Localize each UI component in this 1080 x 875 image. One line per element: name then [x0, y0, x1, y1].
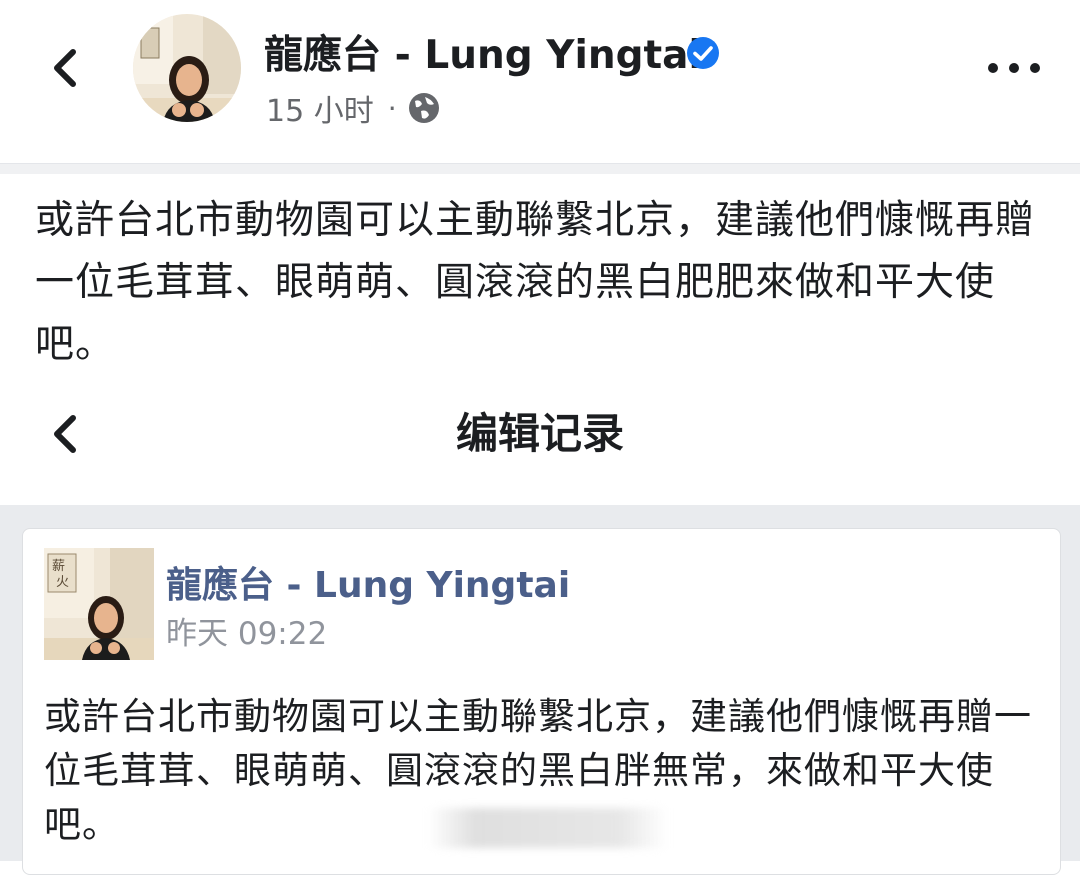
- more-options-icon[interactable]: [988, 54, 1040, 82]
- meta-separator: ·: [387, 91, 397, 125]
- post-header: 龍應台 - Lung Yingtai 15 小时 ·: [0, 0, 1080, 163]
- entry-author-name[interactable]: 龍應台 - Lung Yingtai: [166, 556, 570, 608]
- back-chevron-icon: [54, 49, 76, 87]
- svg-text:薪: 薪: [52, 559, 65, 574]
- svg-text:火: 火: [56, 575, 69, 590]
- author-name[interactable]: 龍應台 - Lung Yingtai: [264, 24, 702, 80]
- verified-badge-icon: [687, 37, 719, 69]
- edit-history-title: 编辑记录: [455, 409, 624, 458]
- globe-icon[interactable]: [407, 91, 441, 125]
- post-body-text: 或許台北市動物園可以主動聯繫北京，建議他們慷慨再贈一位毛茸茸、眼萌萌、圓滾滾的黑…: [35, 198, 1036, 367]
- entry-author-avatar[interactable]: 薪 火: [44, 548, 154, 660]
- post-timestamp[interactable]: 15 小时: [266, 86, 374, 130]
- post-meta: 15 小时 ·: [266, 86, 441, 130]
- back-button[interactable]: [40, 38, 88, 98]
- author-avatar[interactable]: [133, 14, 241, 122]
- blurred-watermark: [428, 808, 668, 848]
- section-divider: [0, 163, 1080, 174]
- entry-timestamp: 昨天 09:22: [166, 616, 328, 652]
